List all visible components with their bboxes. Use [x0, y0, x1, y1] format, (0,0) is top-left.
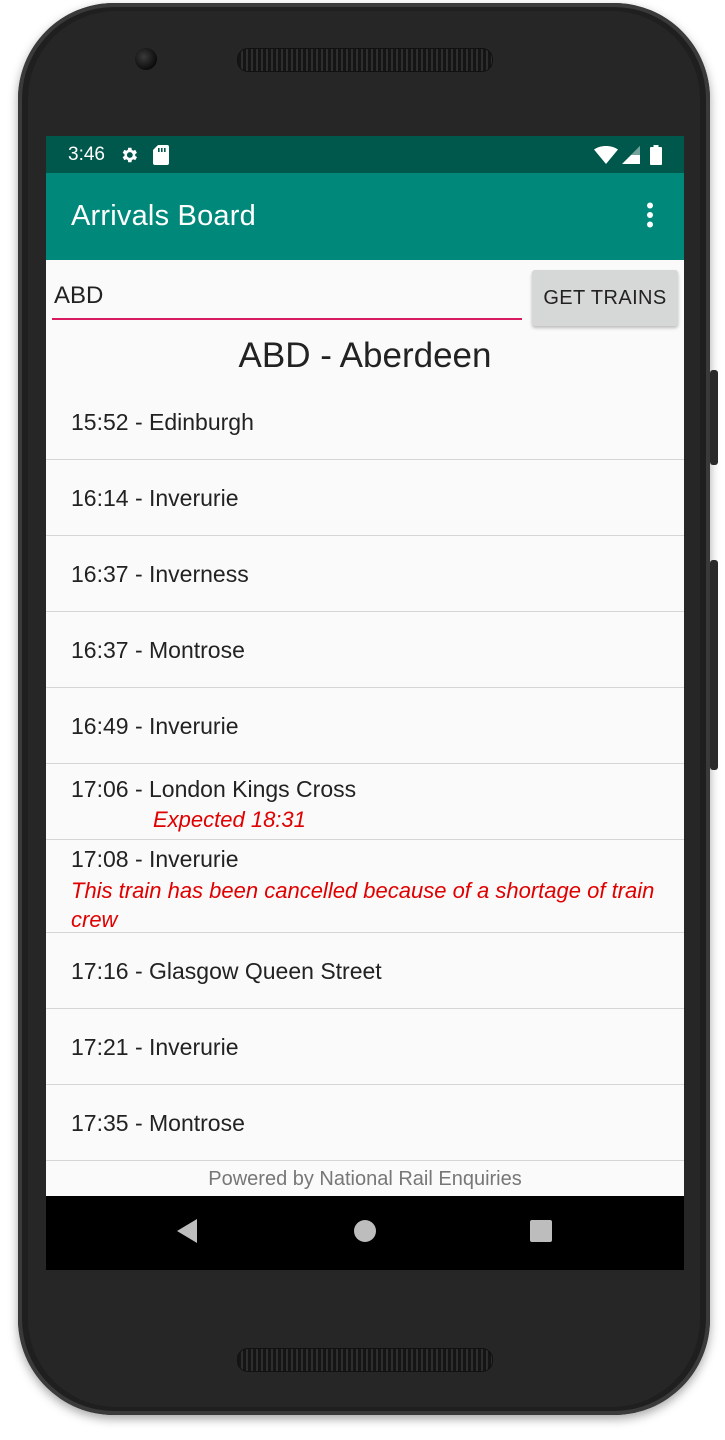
arrival-row[interactable]: 16:14 - Inverurie [46, 460, 684, 536]
arrival-row[interactable]: 16:37 - Montrose [46, 612, 684, 688]
home-icon [353, 1219, 377, 1248]
status-icons-right [594, 136, 662, 173]
cancellation-note: This train has been cancelled because of… [71, 878, 655, 932]
recents-icon [529, 1219, 553, 1248]
battery-icon [650, 144, 662, 165]
arrival-time-destination: 17:35 - Montrose [71, 1110, 245, 1136]
volume-button [710, 560, 718, 770]
arrival-row[interactable]: 15:52 - Edinburgh [46, 384, 684, 460]
screen: 3:46 Arrivals Board GET TRA [46, 136, 684, 1270]
arrival-time-destination: 16:37 - Inverness [71, 561, 249, 587]
arrival-row[interactable]: 16:37 - Inverness [46, 536, 684, 612]
home-button[interactable] [328, 1196, 402, 1270]
top-speaker [237, 48, 493, 72]
app-title: Arrivals Board [71, 200, 256, 232]
back-icon [175, 1218, 199, 1249]
arrival-time-destination: 17:16 - Glasgow Queen Street [71, 958, 382, 984]
arrival-time-destination: 16:14 - Inverurie [71, 485, 239, 511]
search-row: GET TRAINS [46, 260, 684, 332]
status-bar: 3:46 [46, 136, 684, 173]
arrival-row[interactable]: 17:35 - Montrose [46, 1085, 684, 1161]
station-heading: ABD - Aberdeen [238, 336, 492, 375]
sd-card-icon [152, 144, 169, 165]
arrival-row[interactable]: 17:21 - Inverurie [46, 1009, 684, 1085]
status-time: 3:46 [68, 143, 105, 165]
arrival-row-cancelled[interactable]: 17:08 - Inverurie This train has been ca… [46, 840, 684, 933]
settings-icon [119, 145, 139, 165]
arrival-time-destination: 17:08 - Inverurie [71, 846, 239, 872]
recents-button[interactable] [504, 1196, 578, 1270]
bottom-speaker [237, 1348, 493, 1372]
back-button[interactable] [150, 1196, 224, 1270]
arrival-time-destination: 17:21 - Inverurie [71, 1034, 239, 1060]
more-options-button[interactable] [634, 197, 666, 237]
get-trains-button[interactable]: GET TRAINS [532, 270, 678, 326]
footer-credit: Powered by National Rail Enquiries [208, 1168, 522, 1190]
power-button [710, 370, 718, 465]
front-camera [135, 48, 157, 70]
arrival-time-destination: 17:06 - London Kings Cross [71, 776, 357, 802]
arrival-time-destination: 16:49 - Inverurie [71, 713, 239, 739]
arrival-time-destination: 16:37 - Montrose [71, 637, 245, 663]
arrivals-list: 15:52 - Edinburgh 16:14 - Inverurie 16:3… [46, 384, 684, 1161]
station-code-input[interactable] [52, 274, 522, 320]
arrival-row[interactable]: 17:16 - Glasgow Queen Street [46, 933, 684, 1009]
signal-icon [622, 145, 640, 164]
arrival-time-destination: 15:52 - Edinburgh [71, 409, 254, 435]
navigation-bar [46, 1196, 684, 1270]
arrival-row-delayed[interactable]: 17:06 - London Kings Cross Expected 18:3… [46, 764, 684, 840]
wifi-icon [594, 145, 618, 164]
expected-time-note: Expected 18:31 [153, 807, 306, 832]
arrival-row[interactable]: 16:49 - Inverurie [46, 688, 684, 764]
app-bar: Arrivals Board [46, 173, 684, 260]
more-vert-icon [646, 202, 654, 233]
